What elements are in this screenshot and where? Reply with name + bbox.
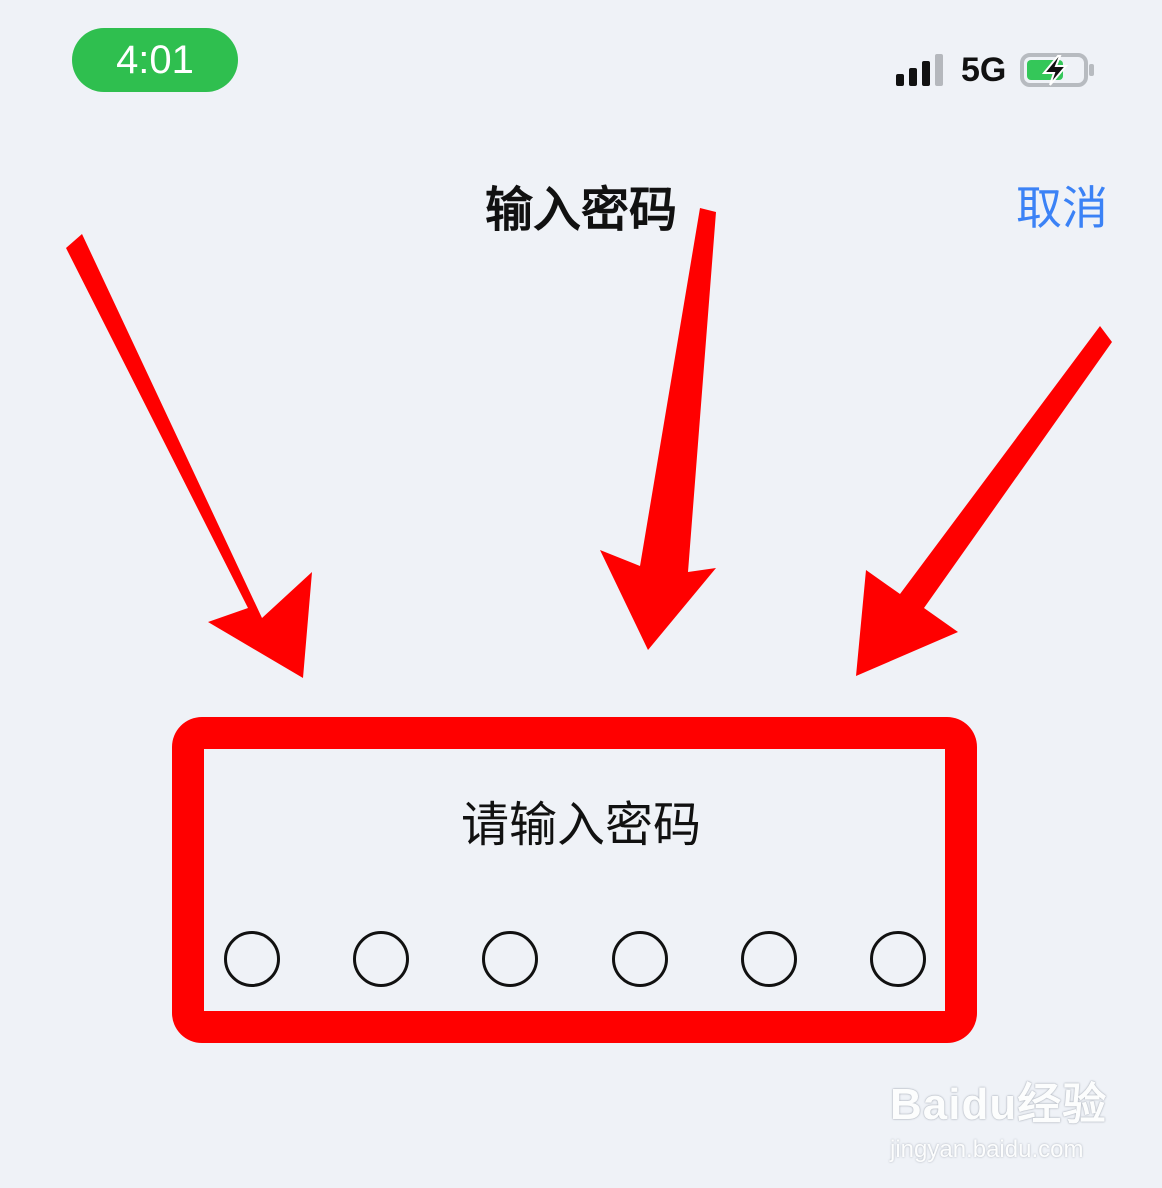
cancel-button[interactable]: 取消 bbox=[1016, 172, 1108, 238]
status-time-label: 4:01 bbox=[116, 37, 194, 82]
password-panel bbox=[192, 737, 957, 1023]
password-digit-dot bbox=[870, 931, 926, 987]
arrow-icon-middle bbox=[600, 208, 716, 650]
password-digit-dot bbox=[482, 931, 538, 987]
status-time[interactable]: 4:01 bbox=[72, 28, 238, 92]
password-digit-dot bbox=[612, 931, 668, 987]
password-prompt: 请输入密码 bbox=[460, 797, 701, 853]
password-digit-dot bbox=[224, 931, 280, 987]
watermark-url: jingyan.baidu.com bbox=[890, 1136, 1084, 1163]
arrow-icon-left bbox=[66, 234, 312, 678]
arrow-icon-right bbox=[856, 326, 1112, 676]
signal-icon bbox=[896, 54, 943, 86]
screen: 4:01 5G 输入密码 取消 请输入密码 Baidu经验 jingyan.ba… bbox=[0, 0, 1162, 1188]
password-digit-dot bbox=[353, 931, 409, 987]
battery-charging-icon bbox=[1020, 53, 1095, 87]
network-label: 5G bbox=[961, 50, 1007, 89]
status-indicators: 5G bbox=[896, 50, 1096, 90]
baidu-watermark: Baidu经验 jingyan.baidu.com bbox=[890, 1068, 1140, 1168]
watermark-logo: Baidu经验 bbox=[890, 1080, 1108, 1129]
password-digit-dot bbox=[741, 931, 797, 987]
page-title: 输入密码 bbox=[484, 182, 677, 238]
